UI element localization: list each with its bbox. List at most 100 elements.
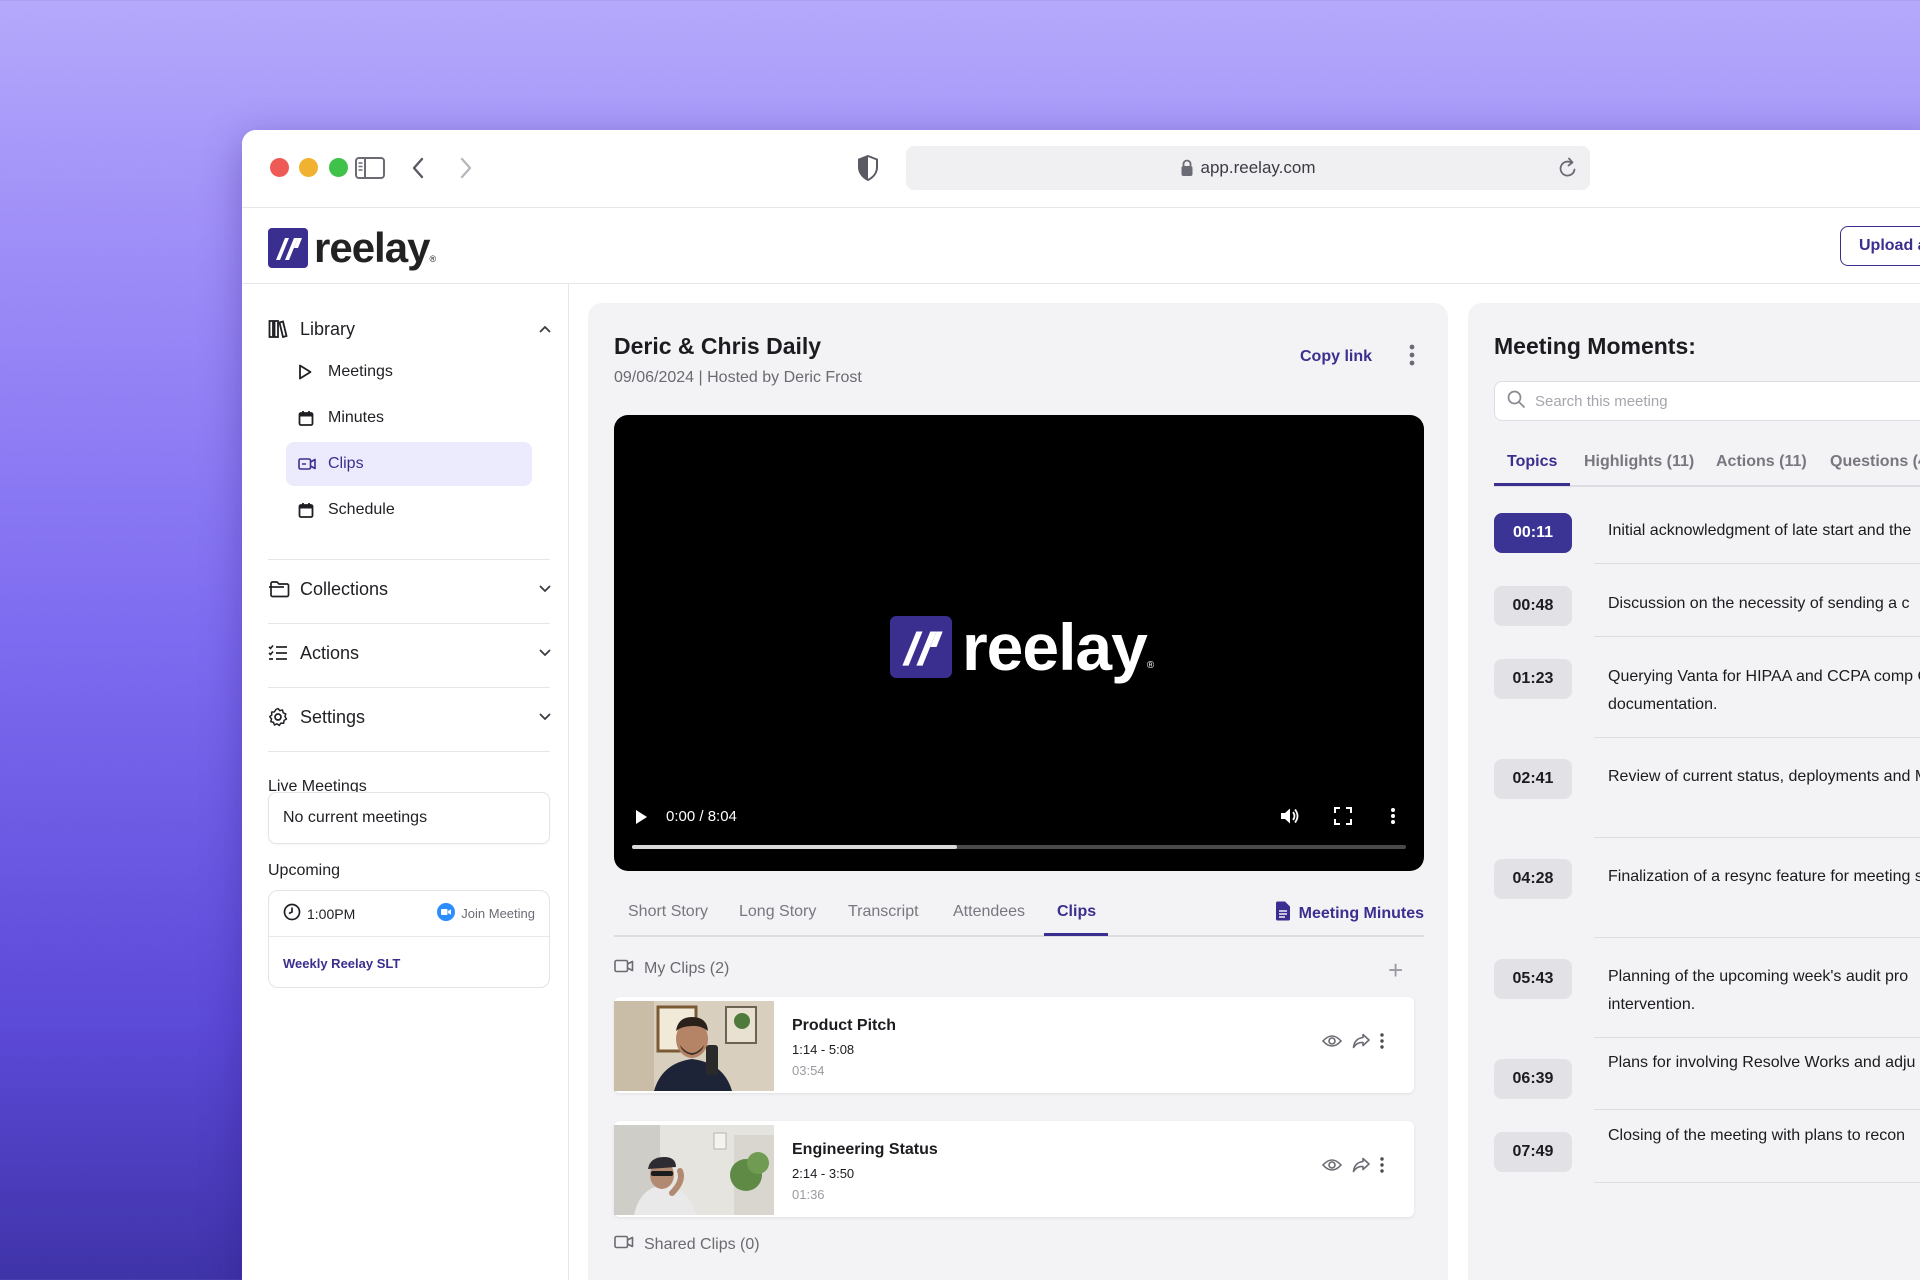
meeting-minutes-link[interactable]: Meeting Minutes — [1275, 901, 1424, 926]
actions-label: Actions — [300, 642, 360, 663]
topic-text: Discussion on the necessity of sending a… — [1608, 595, 1910, 612]
chevron-down-icon[interactable] — [538, 712, 552, 722]
minimize-window-button[interactable] — [299, 158, 318, 177]
join-meeting-link[interactable]: Join Meeting — [437, 903, 535, 924]
tab-actions[interactable]: Actions (11) — [1716, 453, 1807, 471]
play-icon[interactable] — [634, 809, 648, 830]
search-input[interactable] — [1535, 392, 1920, 410]
meeting-panel: Deric & Chris Daily 09/06/2024 | Hosted … — [588, 303, 1448, 1280]
forward-arrow-icon[interactable] — [450, 152, 482, 184]
clip-card[interactable]: Engineering Status 2:14 - 3:50 01:36 — [614, 1121, 1414, 1217]
add-clip-icon[interactable]: + — [1388, 955, 1403, 986]
tab-clips[interactable]: Clips — [1057, 903, 1096, 921]
divider — [1594, 1182, 1920, 1183]
library-icon — [268, 319, 290, 339]
more-vertical-icon[interactable] — [1390, 807, 1396, 830]
topic-timestamp[interactable]: 01:23 — [1494, 659, 1572, 699]
play-icon — [298, 364, 316, 380]
sidebar-item-label: Minutes — [328, 409, 385, 426]
divider — [1594, 636, 1920, 637]
maximize-window-button[interactable] — [329, 158, 348, 177]
fullscreen-icon[interactable] — [1334, 807, 1352, 830]
active-tab-indicator — [1044, 933, 1108, 936]
upload-button[interactable]: Upload a — [1840, 226, 1920, 266]
meeting-moments-title: Meeting Moments: — [1494, 333, 1696, 359]
address-bar[interactable]: app.reelay.com — [906, 146, 1590, 190]
no-meetings-text: No current meetings — [283, 809, 428, 826]
sidebar-collections-header[interactable]: Collections — [268, 574, 552, 604]
topic-timestamp[interactable]: 02:41 — [1494, 759, 1572, 799]
topic-timestamp[interactable]: 07:49 — [1494, 1132, 1572, 1172]
clip-range: 1:14 - 5:08 — [792, 1042, 855, 1057]
lock-icon — [1181, 159, 1193, 177]
more-vertical-icon[interactable] — [1380, 1157, 1384, 1178]
eye-icon[interactable] — [1321, 1034, 1343, 1053]
clip-card[interactable]: Product Pitch 1:14 - 5:08 03:54 — [614, 997, 1414, 1093]
eye-icon[interactable] — [1321, 1158, 1343, 1177]
divider — [1594, 1037, 1920, 1038]
registered-mark: ® — [1146, 660, 1155, 671]
upcoming-title[interactable]: Weekly Reelay SLT — [283, 956, 400, 971]
chevron-down-icon[interactable] — [538, 648, 552, 658]
calendar-icon — [298, 502, 316, 518]
sidebar-item-clips[interactable]: Clips — [286, 442, 532, 486]
divider — [1594, 737, 1920, 738]
topic-timestamp[interactable]: 00:48 — [1494, 586, 1572, 626]
more-vertical-icon[interactable] — [1408, 343, 1416, 372]
settings-label: Settings — [300, 706, 366, 727]
clip-duration: 01:36 — [792, 1187, 825, 1202]
upcoming-meeting-card[interactable]: 1:00PM Join Meeting Weekly Reelay SLT — [268, 890, 550, 988]
collections-label: Collections — [300, 578, 389, 599]
chevron-up-icon[interactable] — [538, 324, 552, 334]
shield-icon[interactable] — [852, 152, 884, 184]
topic-text: Plans for involving Resolve Works and ad… — [1608, 1054, 1916, 1071]
sidebar-library-header[interactable]: Library — [268, 314, 552, 344]
calendar-icon — [298, 410, 316, 426]
divider — [268, 623, 550, 624]
video-progress-bar[interactable] — [632, 845, 1406, 849]
video-player[interactable]: reelay ® 0:00 / 8:04 — [614, 415, 1424, 871]
tab-transcript[interactable]: Transcript — [848, 903, 919, 921]
gear-icon — [268, 707, 290, 727]
reload-icon[interactable] — [1558, 157, 1578, 184]
sidebar-item-label: Schedule — [328, 501, 395, 518]
meeting-moments-panel: Meeting Moments: Topics Highlights (11) … — [1468, 303, 1920, 1280]
no-meetings-card: No current meetings — [268, 792, 550, 844]
share-icon[interactable] — [1352, 1157, 1370, 1178]
share-icon[interactable] — [1352, 1033, 1370, 1054]
clip-name: Engineering Status — [792, 1141, 938, 1158]
sidebar-item-label: Clips — [328, 455, 364, 472]
tab-long-story[interactable]: Long Story — [739, 903, 816, 921]
back-arrow-icon[interactable] — [402, 152, 434, 184]
sidebar-actions-header[interactable]: Actions — [268, 638, 552, 668]
sidebar-toggle-icon[interactable] — [354, 152, 386, 184]
topic-timestamp[interactable]: 00:11 — [1494, 513, 1572, 553]
sidebar-item-schedule[interactable]: Schedule — [286, 488, 532, 532]
folder-icon — [268, 580, 290, 598]
tab-attendees[interactable]: Attendees — [953, 903, 1025, 921]
tab-short-story[interactable]: Short Story — [628, 903, 708, 921]
close-window-button[interactable] — [270, 158, 289, 177]
reelay-logo[interactable]: reelay ® — [268, 224, 436, 272]
volume-icon[interactable] — [1280, 807, 1300, 830]
tab-topics[interactable]: Topics — [1507, 453, 1557, 471]
sidebar-item-minutes[interactable]: Minutes — [286, 396, 532, 440]
sidebar-item-meetings[interactable]: Meetings — [286, 350, 532, 394]
copy-link-button[interactable]: Copy link — [1300, 348, 1372, 366]
topic-timestamp[interactable]: 04:28 — [1494, 859, 1572, 899]
tab-highlights[interactable]: Highlights (11) — [1584, 453, 1694, 471]
more-vertical-icon[interactable] — [1380, 1033, 1384, 1054]
video-logo: reelay ® — [890, 609, 1154, 685]
video-progress-fill — [632, 845, 958, 849]
divider — [268, 751, 550, 752]
browser-window: app.reelay.com reelay ® Upload a Library — [242, 130, 1920, 1280]
topic-timestamp[interactable]: 05:43 — [1494, 959, 1572, 999]
topic-text: Review of current status, deployments an… — [1608, 768, 1920, 785]
my-clips-label: My Clips (2) — [644, 959, 730, 977]
search-box[interactable] — [1494, 381, 1920, 421]
topic-text: Querying Vanta for HIPAA and CCPA comp C… — [1608, 668, 1920, 713]
chevron-down-icon[interactable] — [538, 584, 552, 594]
topic-timestamp[interactable]: 06:39 — [1494, 1059, 1572, 1099]
sidebar-settings-header[interactable]: Settings — [268, 702, 552, 732]
tab-questions[interactable]: Questions (4 — [1830, 453, 1920, 471]
